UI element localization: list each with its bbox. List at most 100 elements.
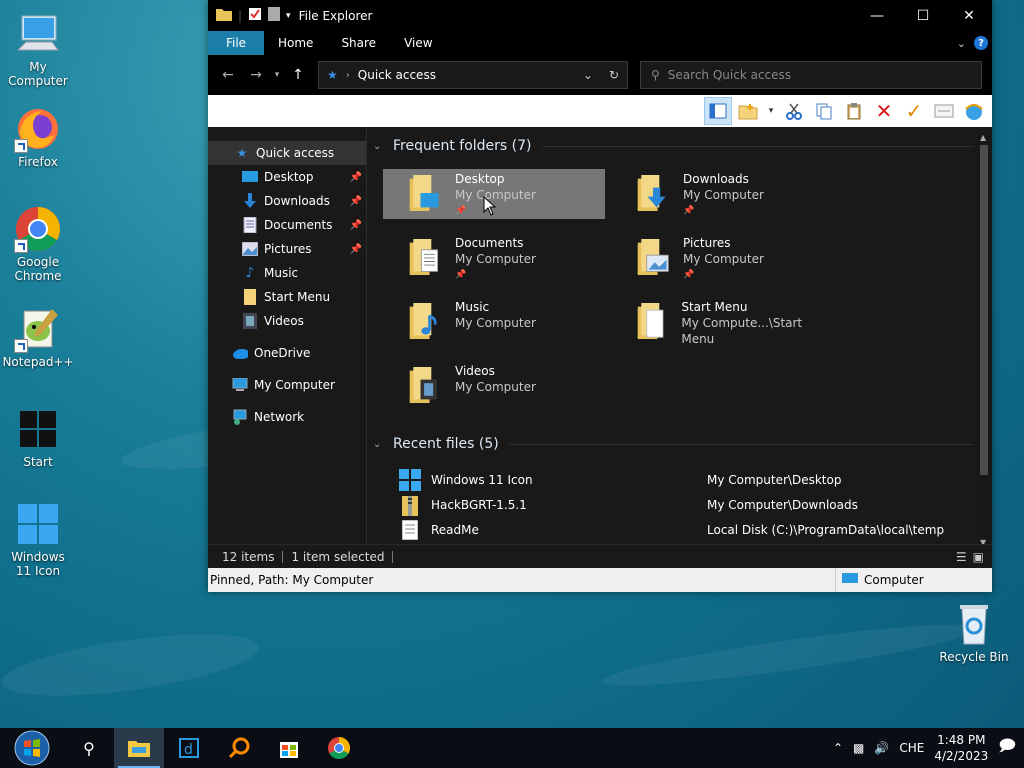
vertical-scrollbar[interactable]: ▲ ▼ [978,133,990,547]
close-button[interactable]: ✕ [946,0,992,31]
rename-icon[interactable]: ✓ [900,97,928,125]
scroll-up-icon[interactable]: ▲ [980,133,986,142]
taskbar-search-app[interactable] [214,728,264,768]
properties-icon[interactable] [248,7,262,24]
new-folder-icon[interactable] [268,7,281,24]
tab-share[interactable]: Share [327,31,390,55]
folder-tile-start-menu[interactable]: Start Menu My Compute...\Start Menu [611,297,833,347]
large-icons-view-icon[interactable]: ▣ [973,550,984,564]
tab-home[interactable]: Home [264,31,327,55]
network-tray-icon[interactable]: ▩ [853,741,864,755]
folder-tile-downloads[interactable]: Downloads My Computer 📌 [611,169,833,219]
desktop-icon-my-computer[interactable]: My Computer [0,10,76,88]
title-bar[interactable]: | ▾ File Explorer — ☐ ✕ [208,0,992,31]
recent-file-path: My Computer\Desktop [707,472,842,487]
up-button[interactable]: ↑ [284,67,312,83]
recent-file-row[interactable]: Windows 11 Icon My Computer\Desktop [399,467,959,492]
chevron-down-icon: ⌄ [373,438,382,450]
desktop-icon-chrome[interactable]: Google Chrome [0,205,76,283]
tile-name: Desktop [455,172,505,186]
recent-files-header[interactable]: ⌄ Recent files (5) [367,433,992,455]
nav-item-documents[interactable]: Documents 📌 [208,213,366,237]
taskbar-store[interactable] [264,728,314,768]
recent-file-row[interactable]: ReadMe Local Disk (C:)\ProgramData\local… [399,517,959,542]
store-icon [280,742,298,758]
nav-item-pictures[interactable]: Pictures 📌 [208,237,366,261]
folder-tile-videos[interactable]: Videos My Computer [383,361,605,411]
windows7-orb-icon [14,730,50,766]
new-folder-toolbar-icon[interactable] [734,97,762,125]
navigation-pane-icon[interactable] [704,97,732,125]
details-view-icon[interactable]: ☰ [956,550,967,564]
tab-view[interactable]: View [390,31,446,55]
nav-item-desktop[interactable]: Desktop 📌 [208,165,366,189]
tile-name: Videos [455,364,495,378]
scrollbar-thumb[interactable] [980,145,988,475]
address-dropdown-icon[interactable]: ⌄ [583,68,593,82]
notifications-icon[interactable]: 🗩 [998,735,1016,762]
recent-locations-button[interactable]: ▾ [270,70,284,80]
toolbar-dropdown-icon[interactable]: ▾ [764,97,778,125]
desktop-icon-start[interactable]: Start [0,405,76,469]
address-bar[interactable]: ★ › Quick access ⌄ ↻ [318,61,628,89]
tab-file[interactable]: File [208,31,264,55]
taskbar-chrome[interactable] [314,728,364,768]
tile-location: My Computer [455,380,536,394]
folder-tile-pictures[interactable]: Pictures My Computer 📌 [611,233,833,283]
language-indicator[interactable]: CHE [899,741,924,755]
desktop-folder-icon [383,169,439,219]
info-right: Computer [864,573,924,587]
nav-item-downloads[interactable]: Downloads 📌 [208,189,366,213]
chevron-right-icon: › [345,69,350,81]
nav-item-my-computer[interactable]: My Computer [208,373,366,397]
taskbar-file-explorer[interactable] [114,728,164,768]
expand-ribbon-icon[interactable]: ⌄ [957,37,966,50]
computer-icon [842,572,858,588]
properties-toolbar-icon[interactable] [930,97,958,125]
copy-icon[interactable] [810,97,838,125]
minimize-button[interactable]: — [854,0,900,31]
search-placeholder: Search Quick access [667,68,792,82]
navigation-pane: ★ Quick access Desktop 📌 Downloads 📌 Doc… [208,127,389,545]
chevron-down-icon[interactable]: ▾ [286,11,291,21]
cut-icon[interactable] [780,97,808,125]
desktop-icon-firefox[interactable]: Firefox [0,105,76,169]
desktop-icon-notepadpp[interactable]: Notepad++ [0,305,76,369]
show-hidden-icons-icon[interactable]: ⌃ [833,741,843,755]
taskbar-app-d[interactable]: d [164,728,214,768]
folder-tile-documents[interactable]: Documents My Computer 📌 [383,233,605,283]
nav-item-onedrive[interactable]: OneDrive [208,341,366,365]
maximize-button[interactable]: ☐ [900,0,946,31]
search-button[interactable]: ⚲ [64,728,114,768]
start-button[interactable] [0,728,64,768]
chrome-icon [14,205,62,253]
search-input[interactable]: ⚲ Search Quick access [640,61,982,89]
clock[interactable]: 1:48 PM 4/2/2023 [934,732,988,764]
refresh-icon[interactable]: ↻ [609,68,619,82]
desktop-icon [242,169,258,185]
delete-icon[interactable]: ✕ [870,97,898,125]
back-button[interactable]: ← [214,67,242,83]
share-icon[interactable] [960,97,988,125]
nav-item-videos[interactable]: Videos [208,309,366,333]
clock-time: 1:48 PM [937,733,986,747]
folder-icon [216,7,232,24]
desktop-icon-recycle-bin[interactable]: Recycle Bin [936,600,1012,664]
paste-icon[interactable] [840,97,868,125]
chevron-down-icon: ⌄ [373,140,382,152]
pin-icon: 📌 [683,206,695,216]
folder-tile-music[interactable]: Music My Computer [383,297,605,347]
help-icon[interactable]: ? [974,36,988,50]
nav-item-start-menu[interactable]: Start Menu [208,285,366,309]
nav-item-label: Network [254,410,305,424]
recent-file-row[interactable]: HackBGRT-1.5.1 My Computer\Downloads [399,492,959,517]
frequent-folders-header[interactable]: ⌄ Frequent folders (7) [367,135,992,157]
file-explorer-window[interactable]: | ▾ File Explorer — ☐ ✕ File Home Share … [208,0,992,592]
forward-button[interactable]: → [242,67,270,83]
desktop-icon-windows11[interactable]: Windows 11 Icon [0,500,76,578]
nav-item-music[interactable]: ♪ Music [208,261,366,285]
nav-item-network[interactable]: Network [208,405,366,429]
shortcut-arrow-icon [14,239,28,253]
nav-item-quick-access[interactable]: ★ Quick access [208,141,389,165]
volume-icon[interactable]: 🔊 [874,741,889,755]
